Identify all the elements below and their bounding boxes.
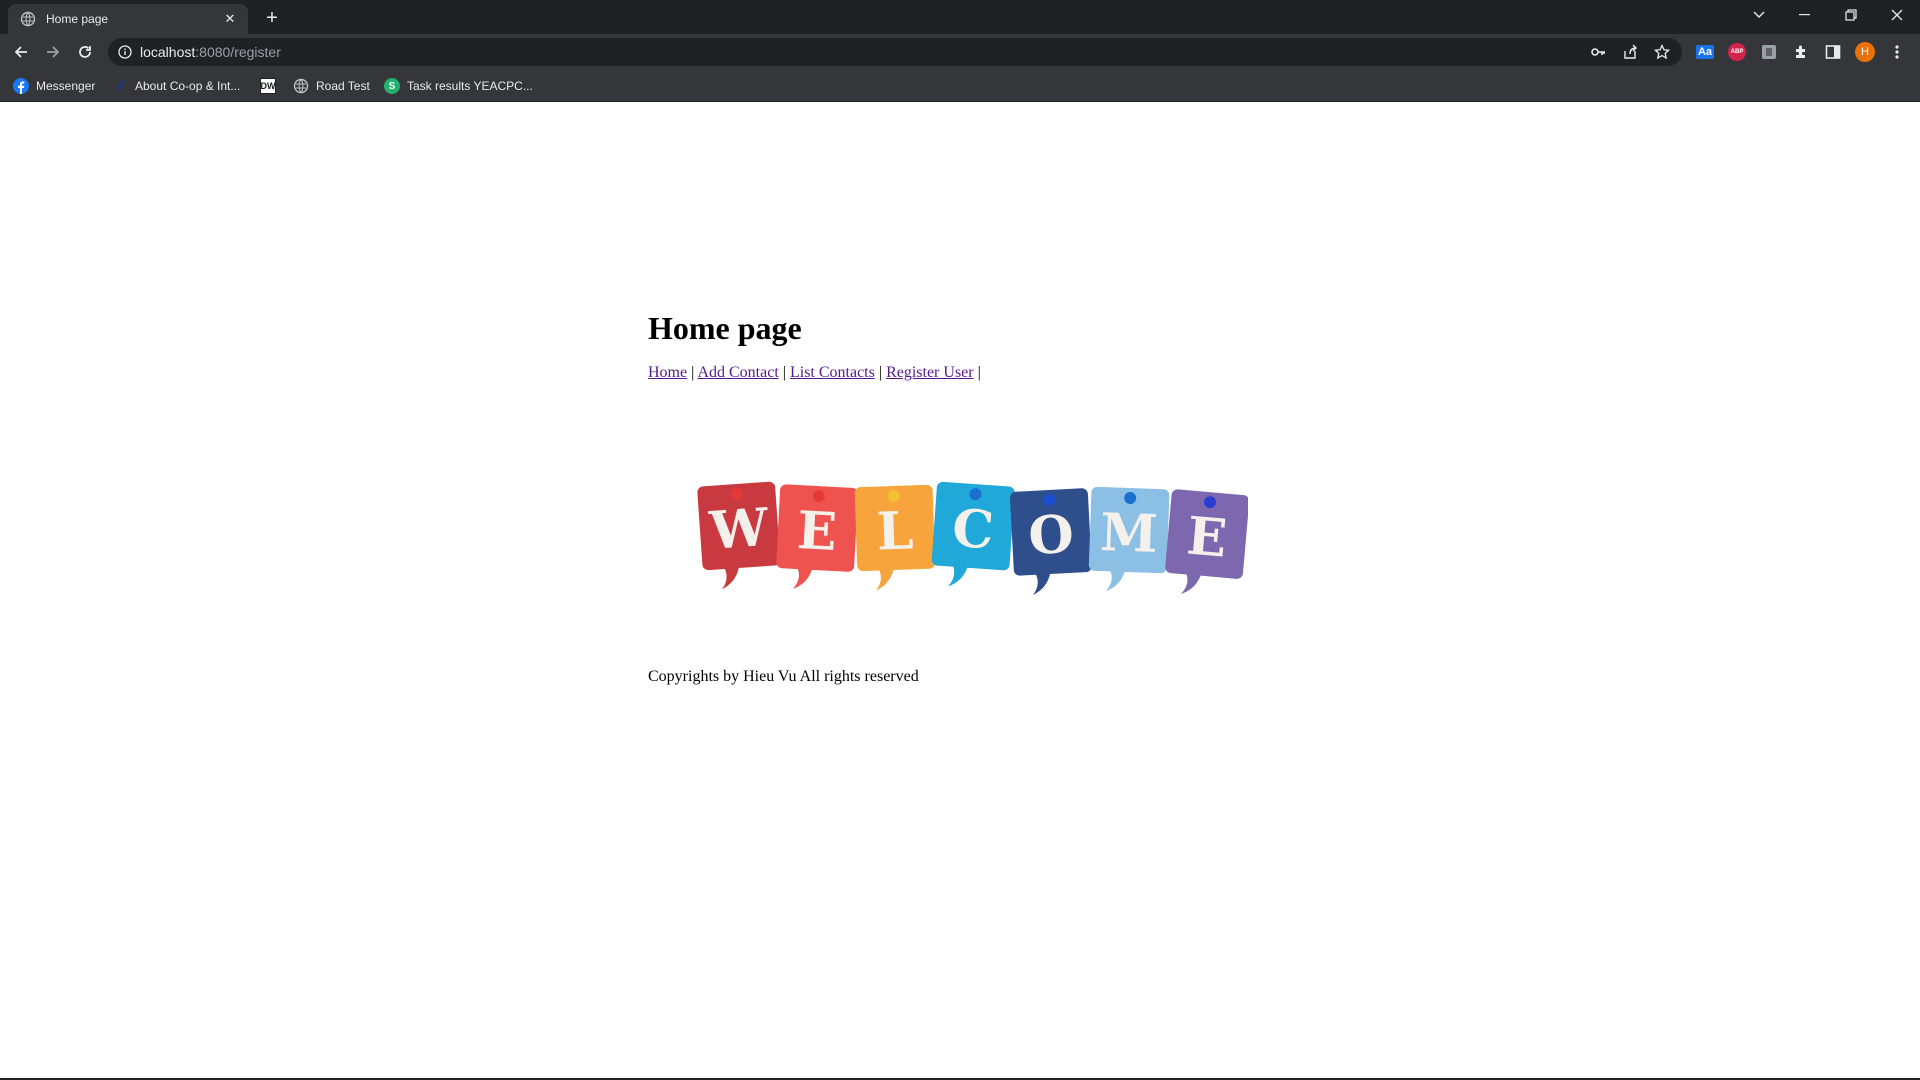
translate-extension-icon[interactable]: Aa <box>1694 41 1716 63</box>
add-contact-link[interactable]: Add Contact <box>697 364 778 381</box>
welcome-letter: M <box>1099 502 1159 565</box>
register-user-link[interactable]: Register User <box>886 364 974 381</box>
bookmark-messenger[interactable]: Messenger <box>13 77 95 95</box>
restore-button[interactable] <box>1828 0 1874 30</box>
welcome-letter: E <box>796 500 839 563</box>
bookmark-label: Road Test <box>316 79 370 93</box>
nav-separator: | <box>782 364 786 381</box>
nav-separator: | <box>977 364 981 381</box>
bookmark-task-results[interactable]: S Task results YEACPC... <box>384 77 533 95</box>
bookmark-label: About Co-op & Int... <box>135 79 241 93</box>
list-contacts-link[interactable]: List Contacts <box>790 364 875 381</box>
adblock-extension-icon[interactable]: ABP <box>1726 41 1748 63</box>
minimize-icon <box>1799 14 1810 16</box>
url-path: :8080/register <box>195 44 281 60</box>
close-window-button[interactable] <box>1874 0 1920 30</box>
globe-icon <box>20 11 36 27</box>
tab-close-icon[interactable]: ✕ <box>222 11 238 27</box>
bookmark-road-test[interactable]: Road Test <box>293 77 370 95</box>
nav-links: Home | Add Contact | List Contacts | Reg… <box>648 364 1348 382</box>
bookmarks-bar: Messenger About Co-op & Int... DW Road T… <box>0 70 1920 102</box>
browser-toolbar: localhost:8080/register Aa ABP H <box>0 34 1920 70</box>
facebook-icon <box>13 78 29 94</box>
welcome-letter: O <box>1027 504 1075 567</box>
welcome-bubble: M <box>1088 486 1170 592</box>
arrow-right-icon <box>47 46 60 58</box>
arrow-left-icon <box>14 46 27 58</box>
welcome-bubble: W <box>697 481 781 590</box>
tab-home-page[interactable]: Home page ✕ <box>8 4 248 34</box>
bookmark-label: Task results YEACPC... <box>407 79 533 93</box>
restore-icon <box>1845 9 1857 21</box>
nav-separator: | <box>691 364 695 381</box>
share-icon[interactable] <box>1621 43 1639 61</box>
new-tab-button[interactable]: + <box>260 6 284 30</box>
welcome-letter: C <box>950 498 996 562</box>
welcome-bubble: O <box>1010 488 1092 595</box>
welcome-letter: W <box>707 497 772 562</box>
key-icon[interactable] <box>1589 43 1607 61</box>
welcome-letter: L <box>876 500 915 562</box>
welcome-bubble: E <box>776 484 858 589</box>
welcome-image: WELCOME <box>697 481 1248 595</box>
forward-button[interactable] <box>41 40 65 64</box>
address-bar[interactable]: localhost:8080/register <box>108 38 1682 66</box>
welcome-bubble: E <box>1165 489 1248 595</box>
close-icon <box>1891 9 1903 21</box>
tab-title: Home page <box>46 12 109 26</box>
kebab-menu-icon[interactable] <box>1886 41 1908 63</box>
star-icon[interactable] <box>1653 43 1671 61</box>
back-button[interactable] <box>9 40 33 64</box>
main-content: Home page Home | Add Contact | List Cont… <box>648 310 1348 382</box>
footer-text: Copyrights by Hieu Vu All rights reserve… <box>648 668 919 685</box>
reload-button[interactable] <box>73 40 97 64</box>
puzzle-icon[interactable] <box>1790 41 1812 63</box>
side-panel-icon[interactable] <box>1822 41 1844 63</box>
chevron-down-icon <box>1753 11 1765 18</box>
tab-strip: Home page ✕ + <box>0 0 1920 34</box>
coop-icon <box>112 78 128 94</box>
reload-icon <box>79 46 91 58</box>
bookmark-coop[interactable]: About Co-op & Int... <box>112 77 240 95</box>
url-text: localhost:8080/register <box>140 44 281 60</box>
bookmark-label: Messenger <box>36 79 96 93</box>
url-host: localhost <box>140 44 196 60</box>
welcome-bubble: L <box>854 484 936 591</box>
info-icon[interactable] <box>118 45 132 59</box>
nav-separator: | <box>878 364 883 381</box>
bookmark-dw[interactable]: DW <box>260 77 283 95</box>
welcome-letter: E <box>1185 505 1230 569</box>
minimize-button[interactable] <box>1782 0 1828 30</box>
globe-icon <box>293 78 309 94</box>
app-extension-icon[interactable] <box>1758 41 1780 63</box>
profile-avatar[interactable]: H <box>1854 41 1876 63</box>
home-link[interactable]: Home <box>648 364 687 381</box>
s-logo-icon: S <box>384 78 400 94</box>
welcome-bubble: C <box>931 481 1015 587</box>
tab-search-button[interactable] <box>1736 0 1782 30</box>
dw-icon: DW <box>260 78 276 94</box>
page-title: Home page <box>648 310 802 346</box>
